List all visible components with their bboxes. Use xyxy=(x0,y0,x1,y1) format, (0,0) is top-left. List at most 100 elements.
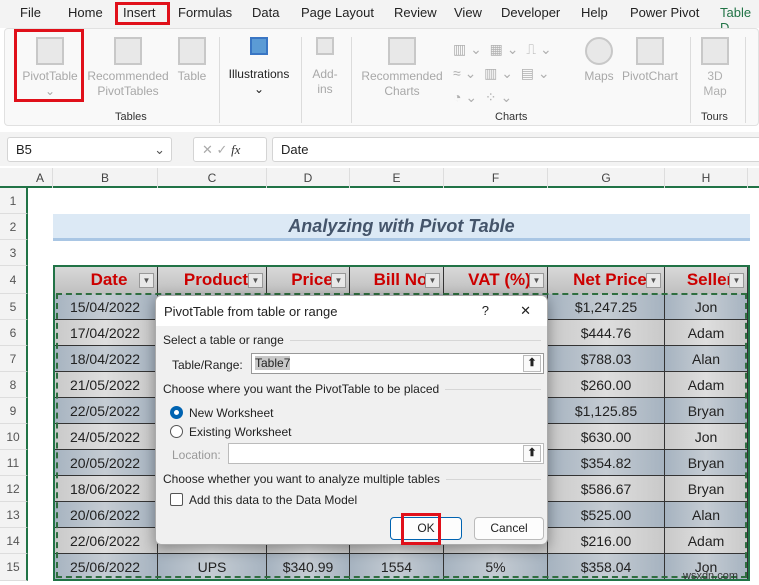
tab-help[interactable]: Help xyxy=(581,5,608,20)
table-cell[interactable]: 25/06/2022 xyxy=(53,554,158,580)
table-cell[interactable]: Bryan xyxy=(665,398,748,424)
tab-file[interactable]: File xyxy=(20,5,41,20)
row-header[interactable]: 8 xyxy=(0,372,28,398)
table-cell[interactable]: $1,125.85 xyxy=(548,398,665,424)
name-box[interactable]: B5⌄ xyxy=(7,137,172,162)
filter-dropdown-icon[interactable]: ▼ xyxy=(331,273,346,288)
table-cell[interactable]: $444.76 xyxy=(548,320,665,346)
table-cell[interactable]: Alan xyxy=(665,346,748,372)
table-cell[interactable]: $586.67 xyxy=(548,476,665,502)
table-range-input[interactable]: Table7⬆ xyxy=(251,353,544,374)
cancel-icon[interactable]: ✕ xyxy=(202,142,213,157)
filter-dropdown-icon[interactable]: ▼ xyxy=(425,273,440,288)
row-header[interactable]: 11 xyxy=(0,450,28,476)
table-cell[interactable]: Jon xyxy=(665,294,748,320)
tab-developer[interactable]: Developer xyxy=(501,5,560,20)
col-header[interactable]: C xyxy=(158,168,267,188)
row-header[interactable]: 15 xyxy=(0,554,28,581)
filter-dropdown-icon[interactable]: ▼ xyxy=(139,273,154,288)
tab-review[interactable]: Review xyxy=(394,5,437,20)
fx-icon[interactable]: fx xyxy=(231,142,240,157)
filter-dropdown-icon[interactable]: ▼ xyxy=(646,273,661,288)
col-header[interactable]: G xyxy=(548,168,665,188)
tab-power-pivot[interactable]: Power Pivot xyxy=(630,5,699,20)
table-cell[interactable]: Adam xyxy=(665,320,748,346)
row-header[interactable]: 12 xyxy=(0,476,28,502)
filter-dropdown-icon[interactable]: ▼ xyxy=(729,273,744,288)
pivotchart-button[interactable]: PivotChart xyxy=(619,37,681,84)
data-model-checkbox[interactable] xyxy=(170,493,183,506)
formula-input[interactable]: Date xyxy=(272,137,759,162)
row-header[interactable]: 1 xyxy=(0,188,28,214)
chart-type-icons[interactable]: ▥ ⌄ ▦ ⌄ ⎍ ⌄≈ ⌄ ▥ ⌄ ▤ ⌄◔ ⌄ ⁘ ⌄ xyxy=(453,37,573,107)
filter-dropdown-icon[interactable]: ▼ xyxy=(529,273,544,288)
table-cell[interactable]: $788.03 xyxy=(548,346,665,372)
table-cell[interactable]: 15/04/2022 xyxy=(53,294,158,320)
tab-home[interactable]: Home xyxy=(68,5,103,20)
table-cell[interactable]: UPS xyxy=(158,554,267,580)
table-cell[interactable]: 5% xyxy=(444,554,548,580)
col-header[interactable]: A xyxy=(28,168,53,188)
tab-view[interactable]: View xyxy=(454,5,482,20)
enter-icon[interactable]: ✓ xyxy=(217,142,228,157)
recommended-pivottables-button[interactable]: Recommended PivotTables xyxy=(85,37,171,99)
new-worksheet-radio[interactable] xyxy=(170,406,183,419)
row-header[interactable]: 5 xyxy=(0,294,28,320)
data-model-label[interactable]: Add this data to the Data Model xyxy=(189,493,357,507)
new-worksheet-label[interactable]: New Worksheet xyxy=(189,406,273,420)
3d-map-button[interactable]: 3D Map xyxy=(695,37,735,99)
tab-formulas[interactable]: Formulas xyxy=(178,5,232,20)
row-header[interactable]: 4 xyxy=(0,266,28,294)
cancel-button[interactable]: Cancel xyxy=(474,517,544,540)
illustrations-button[interactable]: Illustrations⌄ xyxy=(223,37,295,97)
table-cell[interactable]: Bryan xyxy=(665,476,748,502)
collapse-location-button[interactable]: ⬆ xyxy=(523,445,541,462)
help-button[interactable]: ? xyxy=(482,303,489,318)
table-cell[interactable]: $216.00 xyxy=(548,528,665,554)
table-cell[interactable]: $358.04 xyxy=(548,554,665,580)
table-cell[interactable]: 24/05/2022 xyxy=(53,424,158,450)
table-cell[interactable]: Jon xyxy=(665,424,748,450)
tab-data[interactable]: Data xyxy=(252,5,279,20)
table-cell[interactable]: $1,247.25 xyxy=(548,294,665,320)
table-cell[interactable]: 22/05/2022 xyxy=(53,398,158,424)
row-header[interactable]: 9 xyxy=(0,398,28,424)
row-header[interactable]: 2 xyxy=(0,214,28,240)
table-cell[interactable]: $630.00 xyxy=(548,424,665,450)
row-header[interactable]: 6 xyxy=(0,320,28,346)
row-header[interactable]: 7 xyxy=(0,346,28,372)
table-cell[interactable]: 18/04/2022 xyxy=(53,346,158,372)
col-header[interactable]: H xyxy=(665,168,748,188)
table-cell[interactable]: 20/06/2022 xyxy=(53,502,158,528)
table-cell[interactable]: 21/05/2022 xyxy=(53,372,158,398)
row-header[interactable]: 14 xyxy=(0,528,28,554)
recommended-charts-button[interactable]: Recommended Charts xyxy=(357,37,447,99)
existing-worksheet-label[interactable]: Existing Worksheet xyxy=(189,425,292,439)
col-header[interactable]: F xyxy=(444,168,548,188)
col-header[interactable]: E xyxy=(350,168,444,188)
table-cell[interactable]: 17/04/2022 xyxy=(53,320,158,346)
table-cell[interactable]: Bryan xyxy=(665,450,748,476)
row-header[interactable]: 10 xyxy=(0,424,28,450)
table-button[interactable]: Table xyxy=(173,37,211,84)
existing-worksheet-radio[interactable] xyxy=(170,425,183,438)
table-cell[interactable]: Alan xyxy=(665,502,748,528)
table-cell[interactable]: $354.82 xyxy=(548,450,665,476)
filter-dropdown-icon[interactable]: ▼ xyxy=(248,273,263,288)
table-cell[interactable]: Adam xyxy=(665,372,748,398)
close-button[interactable]: ✕ xyxy=(520,303,531,319)
table-cell[interactable]: $260.00 xyxy=(548,372,665,398)
table-cell[interactable]: $340.99 xyxy=(267,554,350,580)
col-header[interactable]: D xyxy=(267,168,350,188)
location-input[interactable]: ⬆ xyxy=(228,443,544,464)
table-cell[interactable]: 1554 xyxy=(350,554,444,580)
col-header[interactable]: B xyxy=(53,168,158,188)
table-cell[interactable]: $525.00 xyxy=(548,502,665,528)
table-cell[interactable]: Adam xyxy=(665,528,748,554)
addins-button[interactable]: Add-ins xyxy=(307,37,343,97)
maps-button[interactable]: Maps xyxy=(579,37,619,84)
table-cell[interactable]: 18/06/2022 xyxy=(53,476,158,502)
tab-page-layout[interactable]: Page Layout xyxy=(301,5,374,20)
table-cell[interactable]: 22/06/2022 xyxy=(53,528,158,554)
table-cell[interactable]: 20/05/2022 xyxy=(53,450,158,476)
